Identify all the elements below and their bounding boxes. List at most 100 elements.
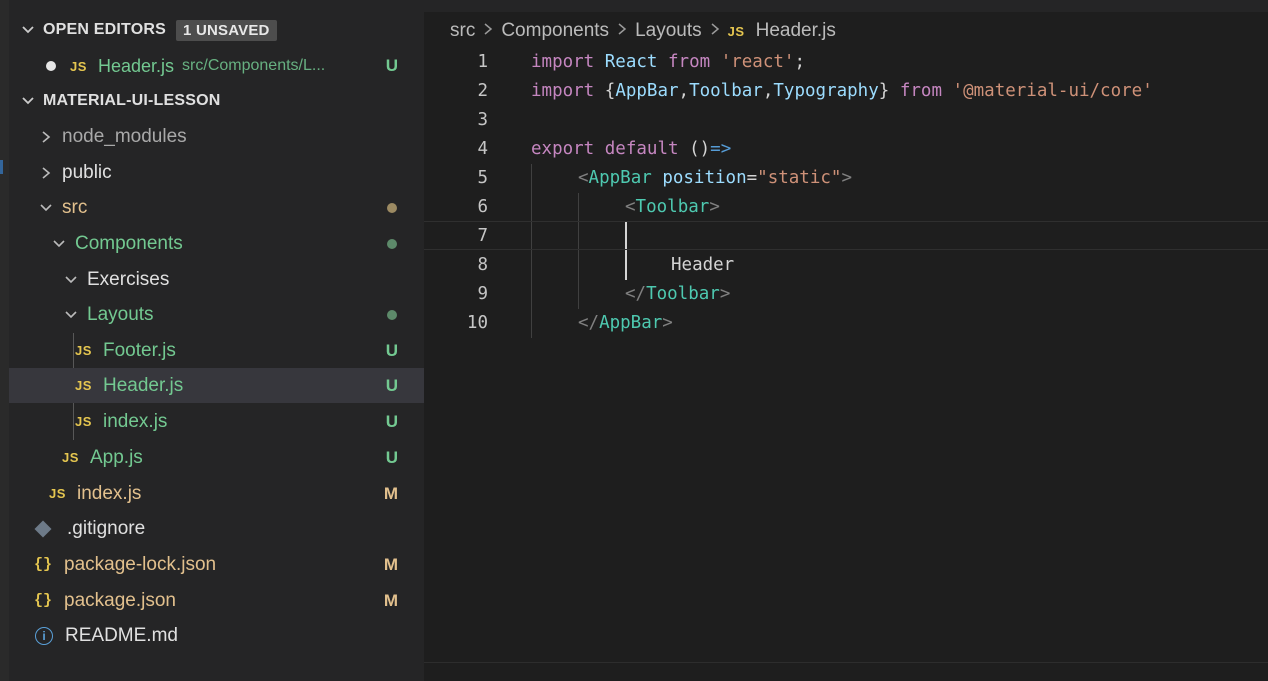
breadcrumb: src Components Layouts JS Header.js: [450, 18, 836, 44]
js-file-icon: JS: [727, 23, 745, 39]
tree-file-footer[interactable]: JS Footer.js U: [9, 333, 424, 368]
code-text: export default ()=>: [531, 138, 732, 159]
tree-file-package[interactable]: {} package.json M: [9, 583, 424, 618]
tree-label: README.md: [65, 624, 178, 646]
tree-label: package.json: [64, 589, 176, 611]
line-number: 9: [477, 283, 488, 304]
tree-folder-src[interactable]: src: [9, 190, 424, 225]
project-title: MATERIAL-UI-LESSON: [43, 92, 221, 109]
tree-file-src-index[interactable]: JS index.js M: [9, 476, 424, 511]
line-number: 1: [477, 51, 488, 72]
git-status-badge: M: [383, 554, 398, 574]
untracked-dot-icon: [387, 238, 397, 249]
tree-folder-layouts[interactable]: Layouts: [9, 297, 424, 332]
tree-file-readme[interactable]: i README.md: [9, 618, 424, 653]
activity-bar: [0, 0, 9, 681]
js-file-icon: JS: [75, 378, 92, 393]
tree-folder-components[interactable]: Components: [9, 226, 424, 261]
info-icon: i: [35, 626, 53, 645]
code-text: </AppBar>: [578, 312, 673, 333]
code-line[interactable]: 2 import {AppBar,Toolbar,Typography} fro…: [424, 76, 1268, 105]
code-line[interactable]: 4 export default ()=>: [424, 134, 1268, 163]
chevron-right-icon: [37, 164, 55, 182]
js-file-icon: JS: [75, 414, 92, 429]
tree-label: index.js: [103, 410, 168, 432]
js-file-icon: JS: [62, 450, 79, 465]
git-file-icon: [34, 520, 52, 537]
code-line-current[interactable]: 7: [424, 221, 1268, 250]
unsaved-badge: 1 UNSAVED: [176, 19, 277, 41]
code-line[interactable]: 3: [424, 105, 1268, 134]
line-number: 10: [466, 312, 488, 333]
code-line[interactable]: 6 <Toolbar>: [424, 192, 1268, 221]
unsaved-dot-icon[interactable]: [46, 61, 56, 71]
open-editors-header[interactable]: OPEN EDITORS 1 UNSAVED: [9, 12, 424, 48]
project-header[interactable]: MATERIAL-UI-LESSON: [9, 83, 424, 119]
tree-file-package-lock[interactable]: {} package-lock.json M: [9, 547, 424, 582]
chevron-right-icon: [617, 20, 627, 42]
chevron-right-icon: [483, 20, 493, 42]
chevron-down-icon: [62, 306, 80, 324]
tree-file-layouts-index[interactable]: JS index.js U: [9, 404, 424, 439]
code-text: <AppBar position="static">: [578, 167, 852, 188]
code-line[interactable]: 5 <AppBar position="static">: [424, 163, 1268, 192]
line-number: 6: [477, 196, 488, 217]
tree-folder-exercises[interactable]: Exercises: [9, 262, 424, 297]
chevron-right-icon: [37, 128, 55, 146]
tree-label: .gitignore: [67, 517, 146, 539]
chevron-down-icon: [17, 90, 39, 112]
tree-label: Exercises: [87, 268, 170, 290]
tree-label: Footer.js: [103, 339, 176, 361]
open-editor-item[interactable]: JS Header.js src/Components/L... U: [9, 48, 424, 84]
editor-tab-strip: [424, 0, 1268, 12]
activity-indicator: [0, 160, 3, 174]
tree-label: Header.js: [103, 374, 184, 396]
open-editor-filename: Header.js: [98, 55, 175, 76]
git-status-badge: U: [385, 447, 398, 467]
code-line[interactable]: 10 </AppBar>: [424, 308, 1268, 337]
js-file-icon: JS: [49, 486, 66, 501]
tree-file-gitignore[interactable]: .gitignore: [9, 511, 424, 546]
line-number: 7: [477, 225, 488, 246]
line-number: 3: [477, 109, 488, 130]
code-text: </Toolbar>: [625, 283, 731, 304]
tree-label: Components: [75, 232, 183, 254]
breadcrumb-src[interactable]: src: [450, 20, 475, 42]
tree-folder-node-modules[interactable]: node_modules: [9, 119, 424, 154]
tree-label: Layouts: [87, 303, 154, 325]
breadcrumb-file[interactable]: Header.js: [756, 20, 836, 42]
js-file-icon: JS: [75, 343, 92, 358]
line-number: 8: [477, 254, 488, 275]
editor-bottom-border: [424, 662, 1268, 663]
code-editor[interactable]: src Components Layouts JS Header.js 1 im…: [424, 0, 1268, 681]
modified-dot-icon: [387, 202, 397, 213]
tree-folder-public[interactable]: public: [9, 155, 424, 190]
code-text: import React from 'react';: [531, 51, 806, 72]
json-file-icon: {}: [34, 592, 53, 609]
code-text: Header: [671, 254, 735, 275]
git-status-badge: M: [383, 590, 398, 610]
tree-label: App.js: [90, 446, 143, 468]
code-line[interactable]: 9 </Toolbar>: [424, 279, 1268, 308]
tree-file-app[interactable]: JS App.js U: [9, 440, 424, 475]
tree-label: package-lock.json: [64, 553, 217, 575]
untracked-dot-icon: [387, 309, 397, 320]
git-status-badge: U: [385, 56, 398, 75]
json-file-icon: {}: [34, 556, 53, 573]
code-text: import {AppBar,Toolbar,Typography} from …: [531, 80, 1153, 101]
breadcrumb-components[interactable]: Components: [501, 20, 609, 42]
tree-label: node_modules: [62, 125, 187, 147]
git-status-badge: U: [385, 375, 398, 395]
open-editors-title: OPEN EDITORS: [43, 21, 167, 38]
git-status-badge: U: [385, 411, 398, 431]
explorer-sidebar: OPEN EDITORS 1 UNSAVED JS Header.js src/…: [9, 0, 424, 681]
code-text: <Toolbar>: [625, 196, 720, 217]
code-line[interactable]: 1 import React from 'react';: [424, 47, 1268, 76]
code-line[interactable]: 8 Header: [424, 250, 1268, 279]
breadcrumb-layouts[interactable]: Layouts: [635, 20, 702, 42]
line-number: 4: [477, 138, 488, 159]
js-file-icon: JS: [70, 58, 87, 74]
git-status-badge: U: [385, 340, 398, 360]
tree-file-header[interactable]: JS Header.js U: [9, 368, 424, 403]
tree-label: public: [62, 161, 112, 183]
